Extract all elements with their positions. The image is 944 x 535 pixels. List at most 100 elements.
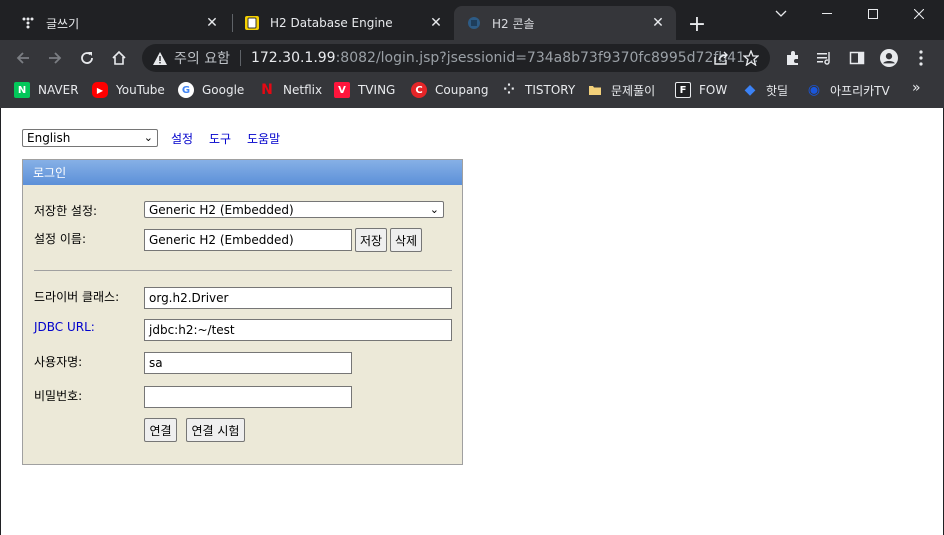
coupang-icon: C <box>411 82 427 98</box>
tab-search-icon[interactable] <box>758 0 804 28</box>
reading-list-icon[interactable] <box>816 49 834 67</box>
language-select[interactable]: English ⌄ <box>22 129 158 147</box>
bookmark-naver[interactable]: N NAVER <box>14 80 79 100</box>
fow-icon: F <box>675 82 691 98</box>
bookmark-label: NAVER <box>38 83 79 97</box>
bookmark-tistory[interactable]: ⁘ TISTORY <box>501 80 575 100</box>
jdbc-url-field[interactable]: jdbc:h2:~/test <box>144 319 452 341</box>
bookmark-google[interactable]: G Google <box>178 80 244 100</box>
saved-settings-value: Generic H2 (Embedded) <box>149 202 294 217</box>
bookmark-label: Google <box>202 83 245 97</box>
forward-icon[interactable] <box>42 45 68 71</box>
tab-h2-console[interactable]: H2 콘솔 ✕ <box>454 6 676 40</box>
username-field[interactable]: sa <box>144 352 352 374</box>
new-tab-button[interactable]: + <box>684 11 710 37</box>
tab-write[interactable]: 글쓰기 ✕ <box>8 6 230 40</box>
tving-icon: V <box>334 82 350 98</box>
driver-class-field[interactable]: org.h2.Driver <box>144 287 452 309</box>
reload-icon[interactable] <box>74 45 100 71</box>
naver-icon: N <box>14 82 30 98</box>
driver-class-label: 드라이버 클래스: <box>34 290 120 304</box>
google-icon: G <box>178 82 194 98</box>
address-bar[interactable]: 주의 요함 172.30.1.99 :8082/login.jsp?jsessi… <box>142 44 770 72</box>
h2-console-icon <box>466 15 482 31</box>
connect-button[interactable]: 연결 <box>144 418 177 442</box>
bookmark-folder[interactable]: 문제풀이 <box>587 80 655 100</box>
setting-name-label: 설정 이름: <box>34 232 87 246</box>
jdbc-url-label[interactable]: JDBC URL: <box>34 320 95 334</box>
bookmark-afreecatv[interactable]: ◉ 아프리카TV <box>806 80 890 100</box>
bookmark-label: Coupang <box>435 83 489 97</box>
home-icon[interactable] <box>106 45 132 71</box>
delete-button[interactable]: 삭제 <box>390 228 422 252</box>
bookmark-label: 핫딜 <box>766 83 789 98</box>
login-header: 로그인 <box>23 160 462 185</box>
side-panel-icon[interactable] <box>848 49 866 67</box>
bookmark-netflix[interactable]: N Netflix <box>259 80 322 100</box>
share-icon[interactable] <box>712 49 730 67</box>
bookmarks-more-button[interactable]: » <box>912 80 921 96</box>
bookmark-star-icon[interactable] <box>742 49 760 67</box>
bookmark-label: FOW <box>699 83 728 97</box>
bookmark-label: 문제풀이 <box>611 83 656 98</box>
bookmarks-bar: N NAVER ▶ YouTube G Google N Netflix V T… <box>0 76 944 104</box>
page-content: English ⌄ 설정 도구 도움말 로그인 저장한 설정: Generic … <box>0 108 944 535</box>
tab-title: H2 콘솔 <box>492 16 535 31</box>
netflix-icon: N <box>261 82 273 98</box>
minimize-icon[interactable] <box>804 0 850 28</box>
profile-avatar[interactable] <box>880 49 898 67</box>
language-select-value: English <box>27 131 71 145</box>
tab-h2-engine[interactable]: H2 Database Engine ✕ <box>232 6 454 40</box>
close-icon[interactable]: ✕ <box>426 13 446 33</box>
h2-icon <box>244 15 260 31</box>
setting-name-field[interactable]: Generic H2 (Embedded) <box>144 229 352 251</box>
saved-settings-label: 저장한 설정: <box>34 204 98 218</box>
password-label: 비밀번호: <box>34 389 83 403</box>
folder-icon <box>587 82 603 98</box>
bookmark-fow[interactable]: F FOW <box>675 80 727 100</box>
save-button[interactable]: 저장 <box>355 228 387 252</box>
tistory-icon: ⁘ <box>503 82 515 98</box>
close-window-icon[interactable] <box>896 0 942 28</box>
url-host: 172.30.1.99 <box>250 50 336 66</box>
chevron-down-icon: ⌄ <box>143 131 153 144</box>
username-label: 사용자명: <box>34 355 83 369</box>
tistory-icon <box>20 15 36 31</box>
bookmark-label: 아프리카TV <box>830 83 890 98</box>
tab-strip: 글쓰기 ✕ H2 Database Engine ✕ H2 콘솔 ✕ + <box>0 0 944 40</box>
bookmark-youtube[interactable]: ▶ YouTube <box>92 80 165 100</box>
toolbar: 주의 요함 172.30.1.99 :8082/login.jsp?jsessi… <box>0 40 944 76</box>
bookmark-label: Netflix <box>283 83 323 97</box>
close-icon[interactable]: ✕ <box>202 13 222 33</box>
back-icon[interactable] <box>10 45 36 71</box>
help-link[interactable]: 도움말 <box>247 130 280 147</box>
login-panel: 로그인 저장한 설정: Generic H2 (Embedded) ⌄ 설정 이… <box>22 159 463 465</box>
password-field[interactable] <box>144 386 352 408</box>
chevron-down-icon: ⌄ <box>429 203 439 216</box>
bookmark-label: TISTORY <box>525 83 576 97</box>
youtube-icon: ▶ <box>92 82 108 98</box>
test-connection-button[interactable]: 연결 시험 <box>186 418 245 442</box>
tools-link[interactable]: 도구 <box>209 130 231 147</box>
menu-icon[interactable] <box>912 49 930 67</box>
warning-icon[interactable] <box>152 50 168 66</box>
afreecatv-icon: ◉ <box>807 82 821 98</box>
url-path: :8082/login.jsp?jsessionid=734a8b73f9370… <box>335 50 759 66</box>
bookmark-coupang[interactable]: C Coupang <box>411 80 489 100</box>
omnibox-divider <box>239 50 241 66</box>
settings-link[interactable]: 설정 <box>171 130 193 147</box>
saved-settings-select[interactable]: Generic H2 (Embedded) ⌄ <box>144 201 444 218</box>
bookmark-hotdeal[interactable]: ◆ 핫딜 <box>742 80 788 100</box>
browser-chrome: 글쓰기 ✕ H2 Database Engine ✕ H2 콘솔 ✕ + 주의 … <box>0 0 944 108</box>
tab-title: H2 Database Engine <box>270 16 393 30</box>
security-label: 주의 요함 <box>174 51 230 67</box>
bookmark-tving[interactable]: V TVING <box>334 80 395 100</box>
tab-title: 글쓰기 <box>46 16 80 31</box>
maximize-icon[interactable] <box>850 0 896 28</box>
divider <box>34 270 452 271</box>
bookmark-label: TVING <box>358 83 396 97</box>
close-icon[interactable]: ✕ <box>648 13 668 33</box>
extensions-icon[interactable] <box>784 49 802 67</box>
hotdeal-icon: ◆ <box>744 82 756 98</box>
bookmark-label: YouTube <box>116 83 165 97</box>
